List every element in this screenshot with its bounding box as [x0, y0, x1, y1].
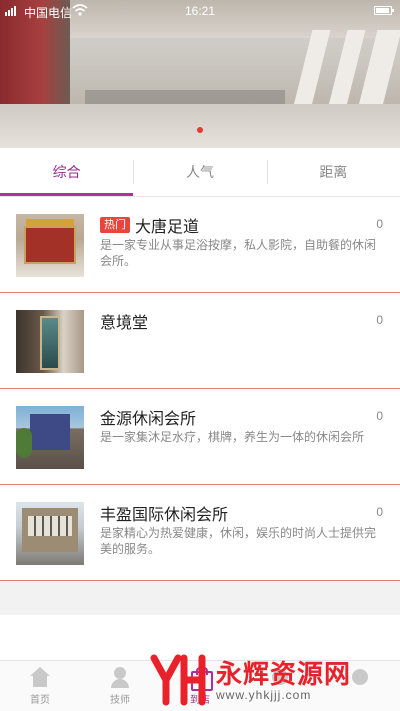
shop-thumbnail [16, 214, 84, 277]
shop-description: 是一家集沐足水疗，棋牌，养生为一体的休闲会所 [100, 430, 365, 444]
shop-thumbnail [16, 310, 84, 373]
battery-icon [374, 6, 394, 15]
list-item[interactable]: 金源休闲会所 0 是一家集沐足水疗，棋牌，养生为一体的休闲会所 [0, 389, 400, 485]
list-footer-spacer [0, 581, 400, 615]
shop-count: 0 [376, 409, 383, 423]
list-item[interactable]: 丰盈国际休闲会所 0 是家精心为热爱健康，休闲，娱乐的时尚人士提供完美的服务。 [0, 485, 400, 581]
nav-label: 首页 [30, 695, 50, 706]
shop-thumbnail [16, 502, 84, 565]
nav-technician[interactable]: 技师 [80, 661, 160, 711]
sort-tabs: 综合 人气 距离 [0, 148, 400, 196]
technician-icon [108, 667, 132, 689]
carousel-indicator-dot[interactable] [197, 127, 203, 133]
status-bar: 中国电信 16:21 [0, 0, 400, 22]
watermark: 永辉资源网 www.yhkjjj.com [150, 652, 395, 710]
list-item[interactable]: 热门 大唐足道 0 是一家专业从事足浴按摩，私人影院，自助餐的休闲会所。 [0, 197, 400, 293]
tab-popularity[interactable]: 人气 [133, 148, 266, 196]
list-item[interactable]: 意境堂 0 [0, 293, 400, 389]
tab-comprehensive[interactable]: 综合 [0, 148, 134, 196]
shop-count: 0 [376, 313, 383, 327]
watermark-url: www.yhkjjj.com [216, 688, 312, 702]
shop-name: 大唐足道 [135, 219, 200, 236]
shop-description: 是家精心为热爱健康，休闲，娱乐的时尚人士提供完美的服务。 [100, 526, 377, 556]
shop-name: 金源休闲会所 [100, 411, 197, 428]
shop-list: 热门 大唐足道 0 是一家专业从事足浴按摩，私人影院，自助餐的休闲会所。 意境堂… [0, 197, 400, 581]
hot-badge: 热门 [100, 217, 130, 233]
home-icon [28, 667, 52, 689]
shop-description: 是一家专业从事足浴按摩，私人影院，自助餐的休闲会所。 [100, 238, 377, 268]
banner-image-floor [0, 104, 400, 148]
watermark-logo-icon [150, 654, 206, 706]
watermark-title: 永辉资源网 [216, 659, 352, 689]
shop-count: 0 [376, 505, 383, 519]
hero-banner[interactable] [0, 0, 400, 148]
status-time: 16:21 [184, 4, 216, 18]
shop-thumbnail [16, 406, 84, 469]
nav-label: 技师 [110, 695, 130, 706]
shop-name: 意境堂 [100, 315, 149, 332]
nav-home[interactable]: 首页 [0, 661, 80, 711]
shop-name: 丰盈国际休闲会所 [100, 507, 229, 524]
tab-distance[interactable]: 距离 [266, 148, 400, 196]
shop-count: 0 [376, 217, 383, 231]
